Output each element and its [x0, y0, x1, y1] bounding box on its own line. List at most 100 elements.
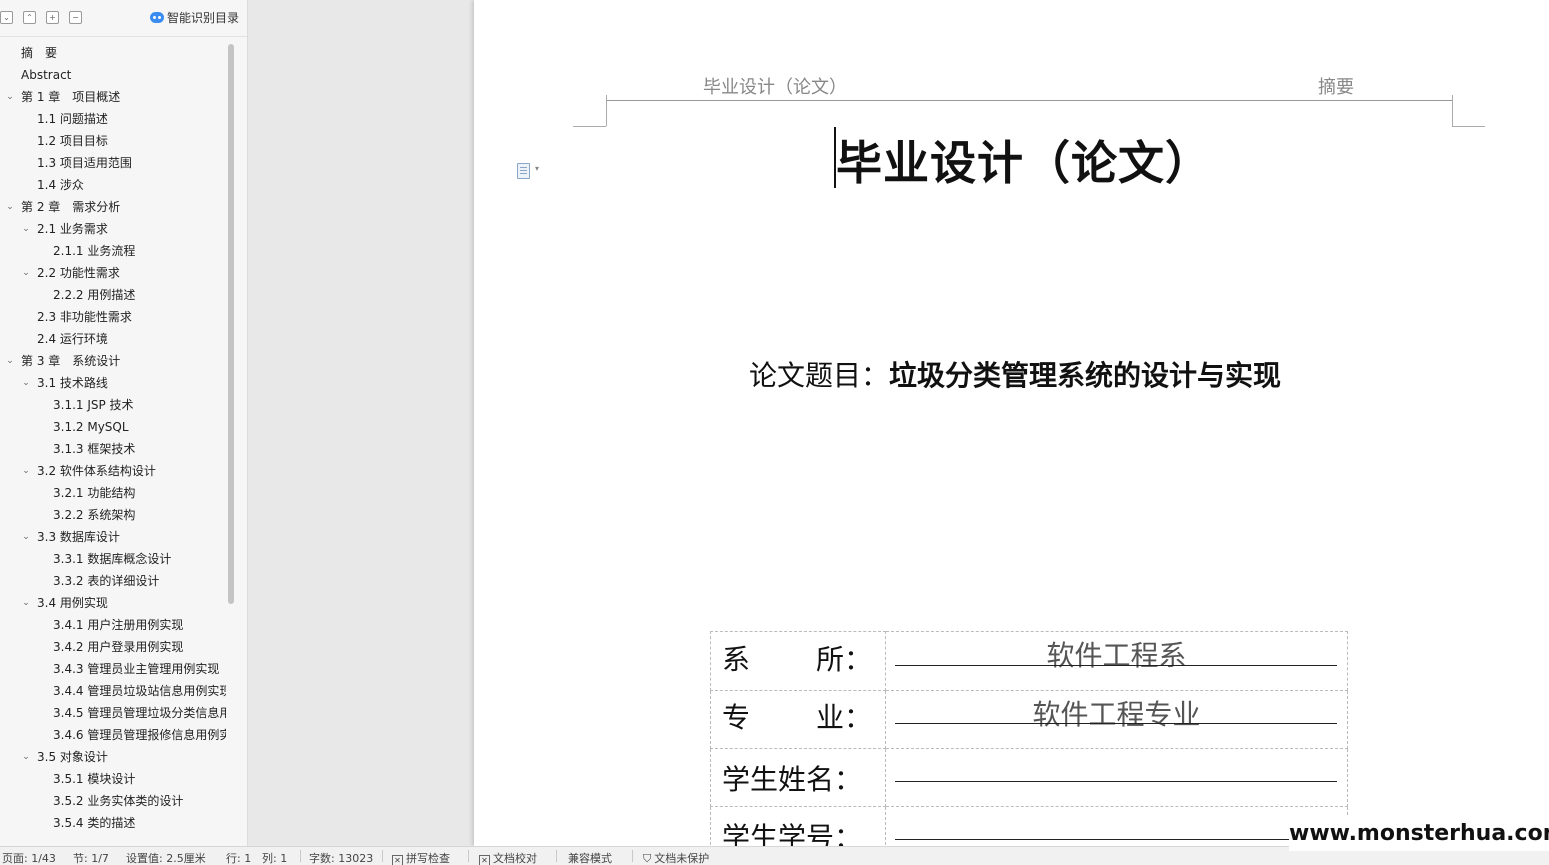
document-title[interactable]: 毕业设计（论文）: [836, 127, 1212, 193]
navigation-pane: ⌄ ⌃ + − 智能识别目录 摘 要 Abstract ⌄ 第 1 章 项目概述 1.1…: [0, 0, 248, 846]
chevron-down-icon[interactable]: ⌄: [20, 262, 32, 284]
toc-item[interactable]: 3.2.2 系统架构: [0, 504, 226, 526]
underline: [895, 781, 1337, 782]
setting-indicator[interactable]: 设置值: 2.5厘米: [126, 850, 206, 865]
info-label: 学生姓名：: [710, 748, 886, 807]
toc-item[interactable]: ⌄ 3.5 对象设计: [0, 746, 226, 768]
toc-item[interactable]: 3.5.1 模块设计: [0, 768, 226, 790]
doc-protect-status[interactable]: ⛉ 文档未保护: [643, 850, 709, 865]
toc-item-label: 3.1.2 MySQL: [53, 420, 129, 434]
toc-item-label: 1.1 问题描述: [37, 112, 108, 126]
toc-item[interactable]: 1.2 项目目标: [0, 130, 226, 152]
toc-item[interactable]: 3.4.4 管理员垃圾站信息用例实现: [0, 680, 226, 702]
toc-item[interactable]: ⌄ 第 1 章 项目概述: [0, 86, 226, 108]
toc-item-label: 2.4 运行环境: [37, 332, 108, 346]
toc-item-label: 2.1 业务需求: [37, 222, 108, 236]
toc-item[interactable]: 2.3 非功能性需求: [0, 306, 226, 328]
toc-item[interactable]: ⌄ 3.1 技术路线: [0, 372, 226, 394]
doc-proof-toggle[interactable]: ✕ 文档校对: [479, 850, 537, 865]
info-value-cell[interactable]: 软件工程专业: [885, 690, 1348, 749]
header-rule: [606, 100, 1452, 101]
spell-check-toggle[interactable]: ✕ 拼写检查: [392, 850, 450, 865]
divider: [556, 850, 557, 862]
toc-item[interactable]: Abstract: [0, 64, 226, 86]
toc-item[interactable]: 3.4.6 管理员管理报修信息用例实现: [0, 724, 226, 746]
spell-check-label: 拼写检查: [406, 852, 450, 865]
toc-item-label: 1.2 项目目标: [37, 134, 108, 148]
toc-item-label: 3.3.1 数据库概念设计: [53, 552, 172, 566]
chevron-down-icon[interactable]: ⌄: [20, 746, 32, 768]
remove-heading-button[interactable]: −: [69, 11, 82, 24]
chevron-down-icon[interactable]: ⌄: [4, 86, 16, 108]
toc-item[interactable]: 摘 要: [0, 42, 226, 64]
corner-mark: [1452, 95, 1453, 126]
thesis-subject[interactable]: 论文题目：垃圾分类管理系统的设计与实现: [749, 354, 1281, 394]
info-value: 软件工程系: [1046, 639, 1187, 672]
toc-item[interactable]: ⌄ 2.2 功能性需求: [0, 262, 226, 284]
add-heading-button[interactable]: +: [46, 11, 59, 24]
label-part: 专: [722, 701, 751, 734]
toc-item[interactable]: 2.2.2 用例描述: [0, 284, 226, 306]
document-page[interactable]: 毕业设计（论文） 摘要 ▾ 毕业设计（论文） 论文题目：垃圾分类管理系统的设计与…: [474, 0, 1549, 846]
student-info-table[interactable]: 系 所： 软件工程系 专 业： 软件工程专业 学生姓名： 学生学号：: [710, 631, 1348, 846]
toc-item[interactable]: ⌄ 第 3 章 系统设计: [0, 350, 226, 372]
toc-item[interactable]: 3.2.1 功能结构: [0, 482, 226, 504]
toc-item[interactable]: 3.4.5 管理员管理垃圾分类信息用例实现: [0, 702, 226, 724]
chevron-down-icon[interactable]: ⌄: [20, 460, 32, 482]
toc-item[interactable]: 3.4.3 管理员业主管理用例实现: [0, 658, 226, 680]
smart-toc-button[interactable]: 智能识别目录: [150, 9, 239, 27]
toc-item[interactable]: 3.1.3 框架技术: [0, 438, 226, 460]
toc-item[interactable]: ⌄ 3.3 数据库设计: [0, 526, 226, 548]
toc-item[interactable]: 3.1.2 MySQL: [0, 416, 226, 438]
toc-item[interactable]: 1.4 涉众: [0, 174, 226, 196]
expand-up-button[interactable]: ⌃: [23, 11, 36, 24]
toc-item[interactable]: 3.5.2 业务实体类的设计: [0, 790, 226, 812]
toc-item-label: 第 3 章 系统设计: [21, 354, 121, 368]
toc-item[interactable]: ⌄ 3.2 软件体系结构设计: [0, 460, 226, 482]
ai-robot-icon: [150, 12, 164, 23]
chevron-down-icon[interactable]: ⌄: [20, 592, 32, 614]
info-value: 软件工程专业: [1032, 698, 1201, 731]
toc-item[interactable]: 1.3 项目适用范围: [0, 152, 226, 174]
corner-mark: [573, 126, 606, 127]
info-label: 专 业：: [710, 690, 886, 749]
info-value-cell[interactable]: [885, 748, 1348, 807]
toc-item-label: 2.2.2 用例描述: [53, 288, 136, 302]
toc-item[interactable]: 3.5.4 类的描述: [0, 812, 226, 834]
chevron-down-icon[interactable]: ⌄: [20, 218, 32, 240]
toc-item[interactable]: ⌄ 3.4 用例实现: [0, 592, 226, 614]
toc-scrollbar[interactable]: [228, 44, 234, 604]
toc-item[interactable]: 3.4.2 用户登录用例实现: [0, 636, 226, 658]
subject-value: 垃圾分类管理系统的设计与实现: [889, 359, 1282, 392]
collapse-all-button[interactable]: ⌄: [0, 11, 13, 24]
toc-item[interactable]: 2.4 运行环境: [0, 328, 226, 350]
toc-item-label: 3.4.1 用户注册用例实现: [53, 618, 184, 632]
toc-item-label: 3.1 技术路线: [37, 376, 108, 390]
divider: [632, 850, 633, 862]
chevron-down-icon[interactable]: ⌄: [20, 526, 32, 548]
word-count[interactable]: 字数: 13023: [309, 850, 373, 865]
toc-item[interactable]: 1.1 问题描述: [0, 108, 226, 130]
table-row: 系 所： 软件工程系: [710, 631, 1348, 691]
toc-item[interactable]: 2.1.1 业务流程: [0, 240, 226, 262]
compat-mode[interactable]: 兼容模式: [568, 850, 612, 865]
toc-item[interactable]: 3.3.2 表的详细设计: [0, 570, 226, 592]
chevron-down-icon[interactable]: ⌄: [4, 350, 16, 372]
underline: [895, 665, 1337, 666]
dropdown-caret-icon[interactable]: ▾: [535, 164, 539, 173]
info-value-cell[interactable]: 软件工程系: [885, 631, 1348, 691]
toc-item[interactable]: ⌄ 2.1 业务需求: [0, 218, 226, 240]
info-value-cell[interactable]: [885, 806, 1348, 846]
toc-item[interactable]: 3.1.1 JSP 技术: [0, 394, 226, 416]
document-icon[interactable]: [517, 163, 530, 179]
section-indicator[interactable]: 节: 1/7: [73, 850, 109, 865]
chevron-down-icon[interactable]: ⌄: [20, 372, 32, 394]
divider: [468, 850, 469, 862]
toc-item[interactable]: ⌄ 第 2 章 需求分析: [0, 196, 226, 218]
toc-item[interactable]: 3.3.1 数据库概念设计: [0, 548, 226, 570]
toc-item-label: 1.3 项目适用范围: [37, 156, 132, 170]
page-indicator[interactable]: 页面: 1/43: [2, 850, 56, 865]
toc-item[interactable]: 3.4.1 用户注册用例实现: [0, 614, 226, 636]
chevron-down-icon[interactable]: ⌄: [4, 196, 16, 218]
doc-proof-label: 文档校对: [493, 852, 537, 865]
